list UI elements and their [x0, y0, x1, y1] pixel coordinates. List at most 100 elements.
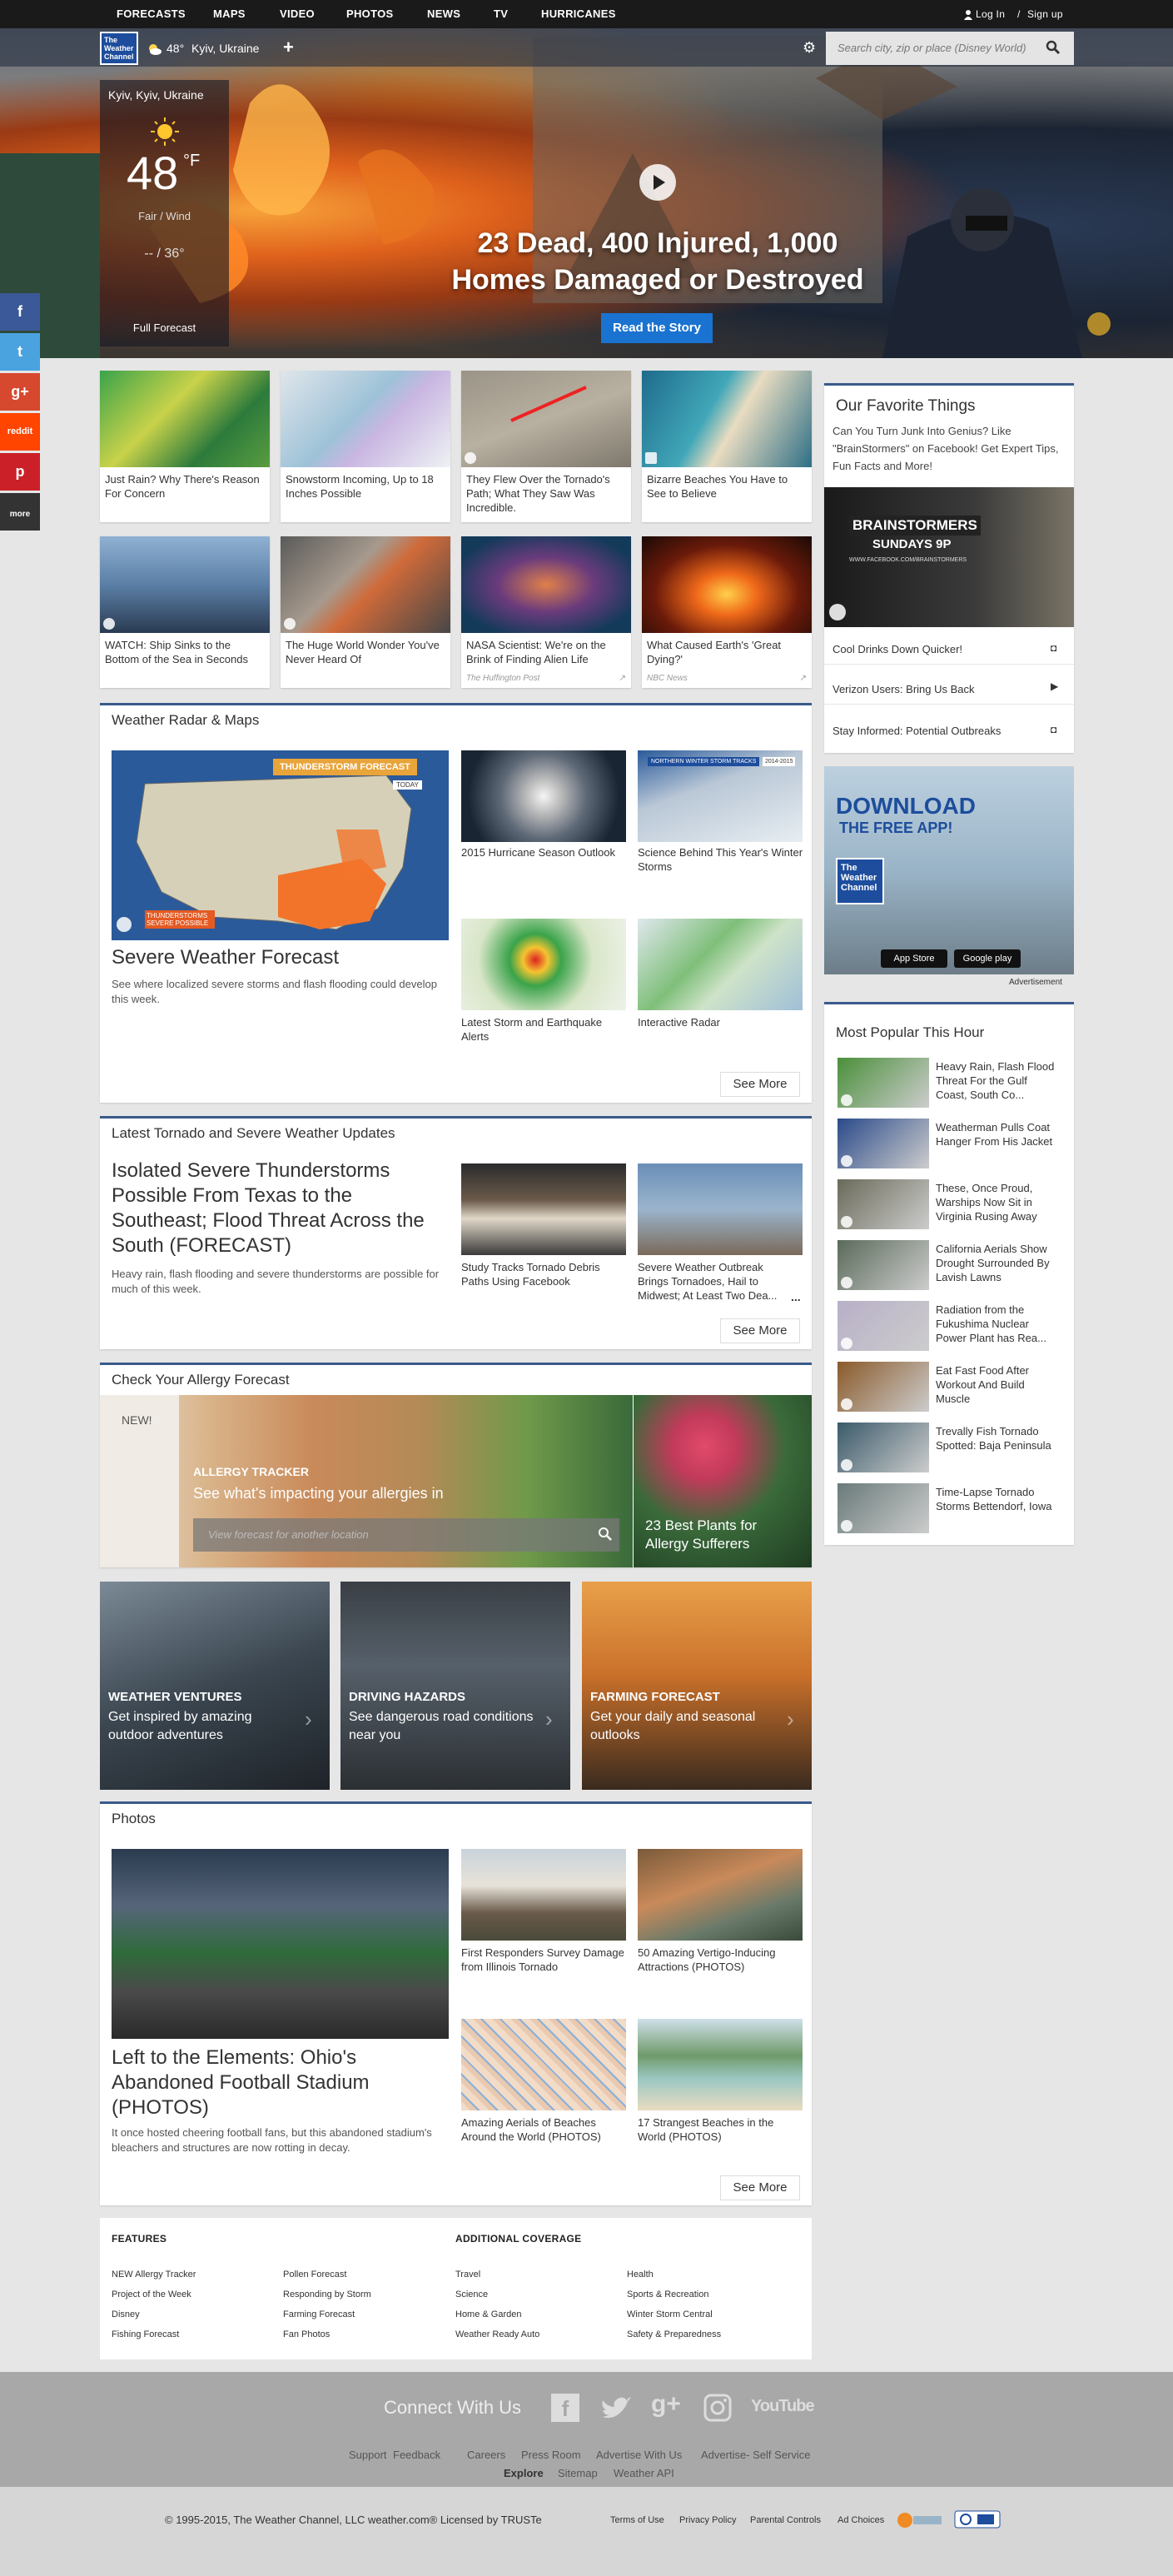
- popular-thumb[interactable]: [838, 1362, 929, 1412]
- popular-thumb[interactable]: [838, 1058, 929, 1108]
- see-more-button[interactable]: See More: [720, 1072, 800, 1097]
- popular-item[interactable]: Eat Fast Food After Workout And Build Mu…: [936, 1363, 1061, 1406]
- external-link-icon[interactable]: ↗: [800, 674, 807, 683]
- connect-link[interactable]: Weather API: [614, 2467, 674, 2479]
- footer-link[interactable]: NEW Allergy Tracker: [112, 2270, 196, 2280]
- stadium-photo[interactable]: [112, 1849, 449, 2039]
- tornado-main-title[interactable]: Isolated Severe Thunderstorms Possible F…: [112, 1158, 453, 1258]
- footer-link[interactable]: Disney: [112, 2309, 140, 2319]
- beach-aerials-thumb[interactable]: [461, 2019, 626, 2110]
- thumb-caption[interactable]: Amazing Aerials of Beaches Around the Wo…: [461, 2115, 628, 2144]
- connect-link[interactable]: Press Room: [521, 2449, 581, 2461]
- search-icon[interactable]: [598, 1527, 613, 1542]
- external-link-icon[interactable]: ↗: [619, 674, 626, 683]
- popular-thumb[interactable]: [838, 1423, 929, 1472]
- login-link[interactable]: Log In: [976, 0, 1005, 28]
- story-card[interactable]: Just Rain? Why There's Reason For Concer…: [100, 371, 270, 522]
- connect-link[interactable]: Support: [349, 2449, 387, 2461]
- footer-link[interactable]: Farming Forecast: [283, 2309, 355, 2319]
- thumb-caption[interactable]: 50 Amazing Vertigo-Inducing Attractions …: [638, 1946, 804, 1974]
- thumb-caption[interactable]: Latest Storm and Earthquake Alerts: [461, 1015, 628, 1044]
- app-store-button[interactable]: App Store: [881, 949, 947, 968]
- hurricane-thumb[interactable]: [461, 750, 626, 842]
- popular-thumb[interactable]: [838, 1179, 929, 1229]
- footer-link[interactable]: Pollen Forecast: [283, 2270, 346, 2280]
- strange-beaches-thumb[interactable]: [638, 2019, 803, 2110]
- allergy-plants-tile[interactable]: 23 Best Plants for Allergy Sufferers: [634, 1395, 812, 1567]
- thumb-caption[interactable]: Severe Weather Outbreak Brings Tornadoes…: [638, 1260, 788, 1303]
- popular-item[interactable]: Weatherman Pulls Coat Hanger From His Ja…: [936, 1120, 1061, 1148]
- header-location[interactable]: Kyiv, Ukraine: [191, 42, 259, 55]
- connect-link[interactable]: Advertise- Self Service: [701, 2449, 811, 2461]
- app-ad[interactable]: DOWNLOAD THE FREE APP! The Weather Chann…: [824, 766, 1074, 974]
- footer-link[interactable]: Science: [455, 2290, 488, 2299]
- popular-item[interactable]: These, Once Proud, Warships Now Sit in V…: [936, 1181, 1061, 1223]
- instagram-icon[interactable]: [703, 2394, 732, 2422]
- thumb-caption[interactable]: 2015 Hurricane Season Outlook: [461, 845, 628, 859]
- adchoices-link[interactable]: Ad Choices: [838, 2515, 884, 2525]
- full-forecast-link[interactable]: Full Forecast: [100, 321, 229, 334]
- connect-link[interactable]: Sitemap: [558, 2467, 598, 2479]
- reddit-icon[interactable]: reddit: [0, 413, 40, 451]
- story-card[interactable]: What Caused Earth's 'Great Dying?' NBC N…: [642, 536, 812, 688]
- vertigo-thumb[interactable]: [638, 1849, 803, 1941]
- nav-photos[interactable]: PHOTOS: [346, 0, 393, 28]
- popular-item[interactable]: Trevally Fish Tornado Spotted: Baja Peni…: [936, 1424, 1061, 1452]
- search-input[interactable]: Search city, zip or place (Disney World): [826, 32, 1074, 65]
- allergy-tracker-banner[interactable]: NEW! ALLERGY TRACKER See what's impactin…: [100, 1395, 633, 1567]
- favorite-things-text[interactable]: Can You Turn Junk Into Genius? Like "Bra…: [833, 422, 1066, 475]
- thumb-caption[interactable]: First Responders Survey Damage from Illi…: [461, 1946, 628, 1974]
- connect-link[interactable]: Careers: [467, 2449, 505, 2461]
- current-conditions[interactable]: Kyiv, Kyiv, Ukraine 48 °F Fair / Wind --…: [100, 80, 229, 346]
- alerts-thumb[interactable]: [461, 919, 626, 1010]
- popular-thumb[interactable]: [838, 1240, 929, 1290]
- footer-link[interactable]: Safety & Preparedness: [627, 2329, 721, 2339]
- popular-thumb[interactable]: [838, 1301, 929, 1351]
- thumb-caption[interactable]: Science Behind This Year's Winter Storms: [638, 845, 804, 874]
- see-more-button[interactable]: See More: [720, 1318, 800, 1343]
- footer-link[interactable]: Winter Storm Central: [627, 2309, 713, 2319]
- debris-thumb[interactable]: [461, 1163, 626, 1255]
- connect-link[interactable]: Advertise With Us: [596, 2449, 682, 2461]
- nav-forecasts[interactable]: FORECASTS: [117, 0, 186, 28]
- youtube-icon[interactable]: YouTube: [751, 2397, 815, 2416]
- facebook-icon[interactable]: f: [551, 2394, 579, 2422]
- footer-link[interactable]: Weather Ready Auto: [455, 2329, 539, 2339]
- hero-headline[interactable]: 23 Dead, 400 Injured, 1,000 Homes Damage…: [450, 225, 866, 298]
- photos-main-title[interactable]: Left to the Elements: Ohio's Abandoned F…: [112, 2045, 449, 2120]
- fav-item-3[interactable]: Stay Informed: Potential Outbreaks: [833, 724, 1001, 738]
- popular-item[interactable]: Time-Lapse Tornado Storms Bettendorf, Io…: [936, 1485, 1061, 1513]
- see-more-button[interactable]: See More: [720, 2175, 800, 2200]
- outbreak-thumb[interactable]: [638, 1163, 803, 1255]
- story-card[interactable]: NASA Scientist: We're on the Brink of Fi…: [461, 536, 631, 688]
- story-card[interactable]: Bizarre Beaches You Have to See to Belie…: [642, 371, 812, 522]
- facebook-icon[interactable]: f: [0, 293, 40, 331]
- driving-hazards-promo[interactable]: DRIVING HAZARDS See dangerous road condi…: [340, 1582, 570, 1790]
- footer-link[interactable]: Project of the Week: [112, 2290, 191, 2299]
- story-card[interactable]: The Huge World Wonder You've Never Heard…: [281, 536, 450, 688]
- footer-link[interactable]: Travel: [455, 2270, 480, 2280]
- severe-forecast-title[interactable]: Severe Weather Forecast: [112, 945, 339, 970]
- signup-link[interactable]: Sign up: [1027, 0, 1063, 28]
- read-story-button[interactable]: Read the Story: [601, 313, 713, 343]
- nav-maps[interactable]: MAPS: [213, 0, 246, 28]
- google-play-button[interactable]: Google play: [954, 949, 1021, 968]
- footer-link[interactable]: Health: [627, 2270, 654, 2280]
- terms-link[interactable]: Terms of Use: [610, 2515, 664, 2525]
- ellipsis-icon[interactable]: ...: [791, 1290, 801, 1303]
- footer-link[interactable]: Home & Garden: [455, 2309, 521, 2319]
- nav-news[interactable]: NEWS: [427, 0, 460, 28]
- story-card[interactable]: They Flew Over the Tornado's Path; What …: [461, 371, 631, 522]
- story-card[interactable]: Snowstorm Incoming, Up to 18 Inches Poss…: [281, 371, 450, 522]
- weather-channel-logo[interactable]: The Weather Channel: [100, 32, 138, 65]
- parental-link[interactable]: Parental Controls: [750, 2515, 821, 2525]
- brainstormers-promo[interactable]: BRAINSTORMERS SUNDAYS 9P WWW.FACEBOOK.CO…: [824, 487, 1074, 627]
- header-temp[interactable]: 48°: [167, 42, 184, 55]
- pinterest-icon[interactable]: p: [0, 453, 40, 491]
- footer-link[interactable]: Sports & Recreation: [627, 2290, 708, 2299]
- connect-link[interactable]: Feedback: [393, 2449, 440, 2461]
- connect-link[interactable]: Explore: [504, 2467, 544, 2479]
- footer-link[interactable]: Fishing Forecast: [112, 2329, 179, 2339]
- footer-link[interactable]: Responding by Storm: [283, 2290, 371, 2299]
- truste-icon[interactable]: [897, 2512, 943, 2529]
